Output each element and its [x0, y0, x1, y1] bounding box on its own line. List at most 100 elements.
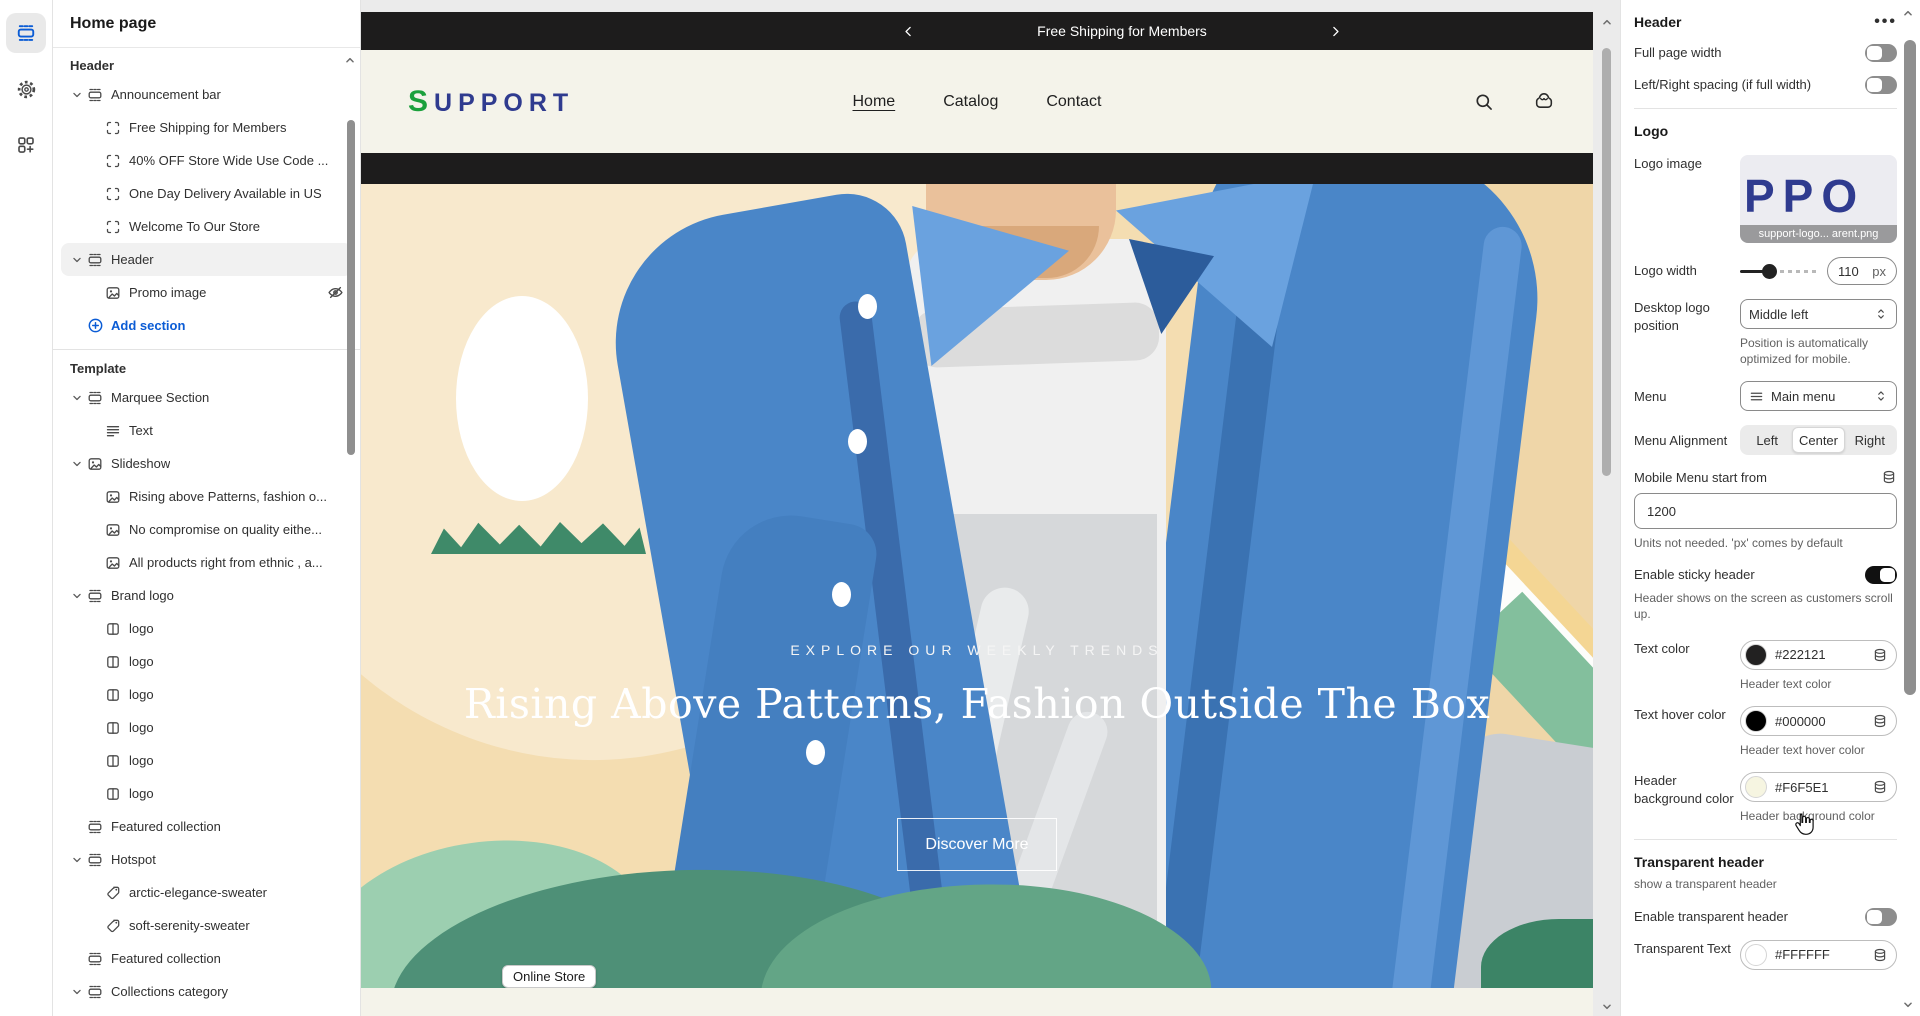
chevron-down-icon[interactable] [67, 589, 87, 603]
tree-row[interactable]: Announcement bar [61, 78, 352, 111]
mobile-menu-help: Units not needed. 'px' comes by default [1634, 535, 1897, 551]
tree-row[interactable]: Marquee Section [61, 381, 352, 414]
tag-icon [105, 885, 129, 901]
more-options-button[interactable]: ••• [1874, 13, 1897, 31]
tree-row-label: Text [129, 423, 153, 438]
dynamic-source-icon[interactable] [1872, 647, 1888, 663]
tree-row-label: Marquee Section [111, 390, 209, 405]
preview-scroll-up-icon[interactable] [1600, 15, 1614, 29]
tree-row-label: No compromise on quality eithe... [129, 522, 322, 537]
lr-spacing-toggle[interactable] [1865, 76, 1897, 94]
tree-row[interactable]: logo [61, 777, 352, 810]
dynamic-source-icon[interactable] [1872, 713, 1888, 729]
mobile-menu-input[interactable] [1634, 493, 1897, 529]
tree-row[interactable]: Add section [61, 309, 352, 342]
text-color-picker[interactable]: #222121 [1740, 640, 1897, 670]
sticky-header-toggle[interactable] [1865, 566, 1897, 584]
align-center-option[interactable]: Center [1792, 427, 1844, 453]
chevron-down-icon[interactable] [67, 985, 87, 999]
tree-row[interactable]: Header [61, 243, 352, 276]
transparent-text-label: Transparent Text [1634, 940, 1740, 958]
tree-row[interactable]: Featured collection [61, 810, 352, 843]
chevron-down-icon[interactable] [67, 457, 87, 471]
menu-alignment-label: Menu Alignment [1634, 432, 1740, 450]
preview-scrollbar[interactable] [1598, 12, 1614, 1016]
sidebar-scroll-up-icon[interactable] [343, 53, 357, 67]
dynamic-source-icon[interactable] [1881, 469, 1897, 485]
tree-row[interactable]: arctic-elegance-sweater [61, 876, 352, 909]
sections-rail-button[interactable] [6, 13, 46, 53]
tree-row[interactable]: Free Shipping for Members [61, 111, 352, 144]
tree-row-label: Featured collection [111, 951, 221, 966]
tree-row[interactable]: Promo image [61, 276, 352, 309]
preview-scrollbar-thumb[interactable] [1602, 48, 1611, 476]
account-icon[interactable] [1532, 90, 1556, 114]
tree-row[interactable]: soft-serenity-sweater [61, 909, 352, 942]
tree-row-label: Rising above Patterns, fashion o... [129, 489, 327, 504]
transparent-text-picker[interactable]: #FFFFFF [1740, 940, 1897, 970]
tree-row[interactable]: Slideshow [61, 447, 352, 480]
dynamic-source-icon[interactable] [1872, 947, 1888, 963]
tree-row[interactable]: Hotspot [61, 843, 352, 876]
announcement-prev-icon[interactable] [902, 25, 915, 38]
search-icon[interactable] [1472, 90, 1496, 114]
eye-off-icon[interactable] [327, 284, 344, 301]
nav-link[interactable]: Contact [1046, 93, 1101, 111]
online-store-badge: Online Store [502, 965, 596, 988]
logo-position-select[interactable]: Middle left [1740, 299, 1897, 329]
preview-canvas: Free Shipping for Members SUPPORT HomeCa… [361, 0, 1620, 1016]
page-title: Home page [53, 0, 360, 48]
chevron-down-icon[interactable] [67, 391, 87, 405]
discover-more-button[interactable]: Discover More [897, 818, 1057, 871]
tree-row[interactable]: Rising above Patterns, fashion o... [61, 480, 352, 513]
tree-row-label: logo [129, 654, 154, 669]
full-page-width-toggle[interactable] [1865, 44, 1897, 62]
structure-sidebar: Home page Header Announcement bar Free S… [53, 0, 361, 1016]
tree-row-label: Slideshow [111, 456, 170, 471]
logo-image-thumbnail[interactable]: PPO support-logo... arent.png [1740, 155, 1897, 243]
tree-row[interactable]: One Day Delivery Available in US [61, 177, 352, 210]
tree-row[interactable]: logo [61, 711, 352, 744]
tree-row[interactable]: Welcome To Our Store [61, 210, 352, 243]
tree-row-label: Free Shipping for Members [129, 120, 287, 135]
tree-row[interactable]: No compromise on quality eithe... [61, 513, 352, 546]
image-icon [105, 555, 129, 571]
tree-row[interactable]: Brand logo [61, 579, 352, 612]
tree-row-label: Collections category [111, 984, 228, 999]
panel-scroll-up-icon[interactable] [1901, 6, 1915, 20]
dynamic-source-icon[interactable] [1872, 779, 1888, 795]
tree-row[interactable]: logo [61, 678, 352, 711]
hover-color-picker[interactable]: #000000 [1740, 706, 1897, 736]
panel-scroll-down-icon[interactable] [1901, 998, 1915, 1012]
marquee-bar [361, 153, 1593, 184]
block-icon [105, 186, 129, 202]
logo-image-label: Logo image [1634, 155, 1740, 173]
enable-transparent-toggle[interactable] [1865, 908, 1897, 926]
sidebar-scrollbar[interactable] [347, 120, 355, 455]
logo-width-slider[interactable] [1740, 262, 1819, 280]
tree-row[interactable]: logo [61, 645, 352, 678]
nav-link[interactable]: Catalog [943, 93, 998, 111]
logo-width-input[interactable]: 110 px [1827, 257, 1897, 285]
chevron-down-icon[interactable] [67, 853, 87, 867]
align-right-option[interactable]: Right [1845, 427, 1895, 453]
theme-settings-button[interactable] [6, 69, 46, 109]
tree-row[interactable]: All products right from ethnic , a... [61, 546, 352, 579]
tree-row[interactable]: Collections category [61, 975, 352, 1008]
menu-select[interactable]: Main menu [1740, 381, 1897, 411]
preview-scroll-down-icon[interactable] [1600, 1000, 1614, 1014]
tree-row[interactable]: logo [61, 744, 352, 777]
nav-link[interactable]: Home [853, 93, 896, 111]
panel-scrollbar-thumb[interactable] [1904, 40, 1916, 695]
chevron-down-icon[interactable] [67, 253, 87, 267]
align-left-option[interactable]: Left [1742, 427, 1792, 453]
tree-row[interactable]: Text [61, 414, 352, 447]
tree-row[interactable]: Featured collection [61, 942, 352, 975]
chevron-down-icon[interactable] [67, 88, 87, 102]
tree-row[interactable]: 40% OFF Store Wide Use Code ... [61, 144, 352, 177]
announcement-next-icon[interactable] [1329, 25, 1342, 38]
tree-row[interactable]: logo [61, 612, 352, 645]
app-embeds-button[interactable] [6, 125, 46, 165]
bg-color-picker[interactable]: #F6F5E1 [1740, 772, 1897, 802]
logo-image-letters: PPO [1744, 169, 1865, 223]
